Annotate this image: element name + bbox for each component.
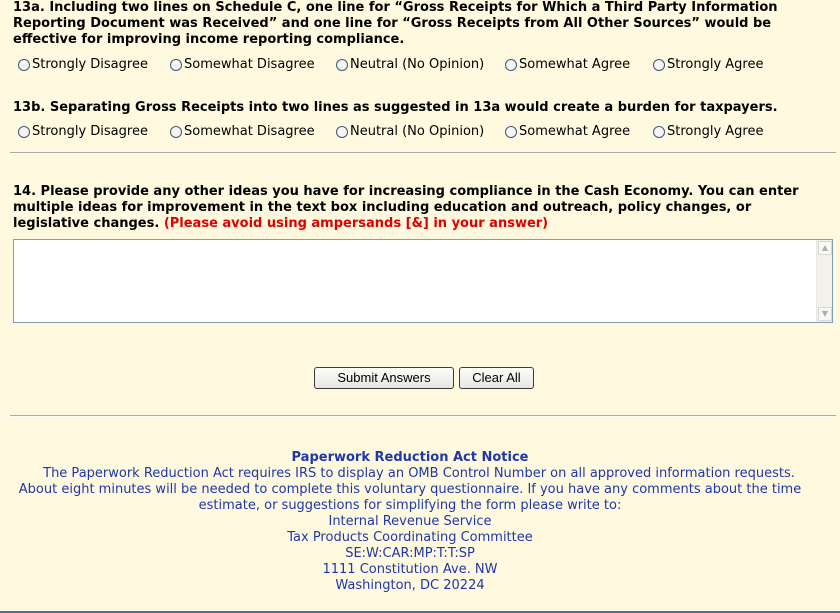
- notice-line: About eight minutes will be needed to co…: [18, 482, 802, 497]
- option-13a-neutral[interactable]: Neutral (No Opinion): [336, 57, 484, 72]
- ideas-textarea[interactable]: ▲ ▼: [13, 239, 833, 323]
- radio-button[interactable]: [505, 58, 517, 71]
- option-13a-somewhat-agree[interactable]: Somewhat Agree: [505, 57, 630, 72]
- radio-button[interactable]: [170, 125, 182, 138]
- notice-address-street: 1111 Constitution Ave. NW: [322, 562, 498, 577]
- question-14-text: 14. Please provide any other ideas you h…: [13, 184, 828, 232]
- notice-title: Paperwork Reduction Act Notice: [291, 450, 529, 465]
- option-13b-somewhat-agree[interactable]: Somewhat Agree: [505, 124, 630, 139]
- notice-address-city: Washington, DC 20224: [335, 578, 485, 593]
- option-13a-strongly-disagree[interactable]: Strongly Disagree: [18, 57, 148, 72]
- option-13b-strongly-disagree[interactable]: Strongly Disagree: [18, 124, 148, 139]
- notice-address-committee: Tax Products Coordinating Committee: [287, 530, 533, 545]
- divider: [10, 415, 836, 417]
- option-13a-somewhat-disagree[interactable]: Somewhat Disagree: [170, 57, 315, 72]
- notice-address-org: Internal Revenue Service: [328, 514, 492, 529]
- ampersand-warning: (Please avoid using ampersands [&] in yo…: [163, 216, 549, 231]
- question-13a-text: 13a. Including two lines on Schedule C, …: [13, 0, 778, 47]
- notice-address-code: SE:W:CAR:MP:T:T:SP: [345, 546, 475, 561]
- scroll-down-arrow-icon[interactable]: ▼: [818, 307, 832, 321]
- clear-all-button[interactable]: Clear All: [459, 367, 534, 389]
- notice-line: estimate, or suggestions for simplifying…: [198, 498, 622, 513]
- paperwork-reduction-notice: Paperwork Reduction Act Notice The Paper…: [0, 450, 820, 594]
- option-13b-neutral[interactable]: Neutral (No Opinion): [336, 124, 484, 139]
- radio-button[interactable]: [336, 58, 348, 71]
- radio-button[interactable]: [653, 125, 665, 138]
- radio-button[interactable]: [653, 58, 665, 71]
- submit-answers-button[interactable]: Submit Answers: [314, 367, 454, 389]
- radio-button[interactable]: [505, 125, 517, 138]
- option-13a-strongly-agree[interactable]: Strongly Agree: [653, 57, 764, 72]
- option-13b-strongly-agree[interactable]: Strongly Agree: [653, 124, 764, 139]
- notice-line: The Paperwork Reduction Act requires IRS…: [43, 466, 795, 481]
- scroll-up-arrow-icon[interactable]: ▲: [818, 241, 832, 255]
- ideas-textarea-value: [14, 240, 832, 244]
- radio-button[interactable]: [170, 58, 182, 71]
- divider: [10, 152, 836, 154]
- radio-button[interactable]: [18, 58, 30, 71]
- radio-button[interactable]: [336, 125, 348, 138]
- option-13b-somewhat-disagree[interactable]: Somewhat Disagree: [170, 124, 315, 139]
- question-13b-text: 13b. Separating Gross Receipts into two …: [13, 100, 778, 115]
- textarea-scrollbar[interactable]: ▲ ▼: [816, 240, 832, 322]
- radio-button[interactable]: [18, 125, 30, 138]
